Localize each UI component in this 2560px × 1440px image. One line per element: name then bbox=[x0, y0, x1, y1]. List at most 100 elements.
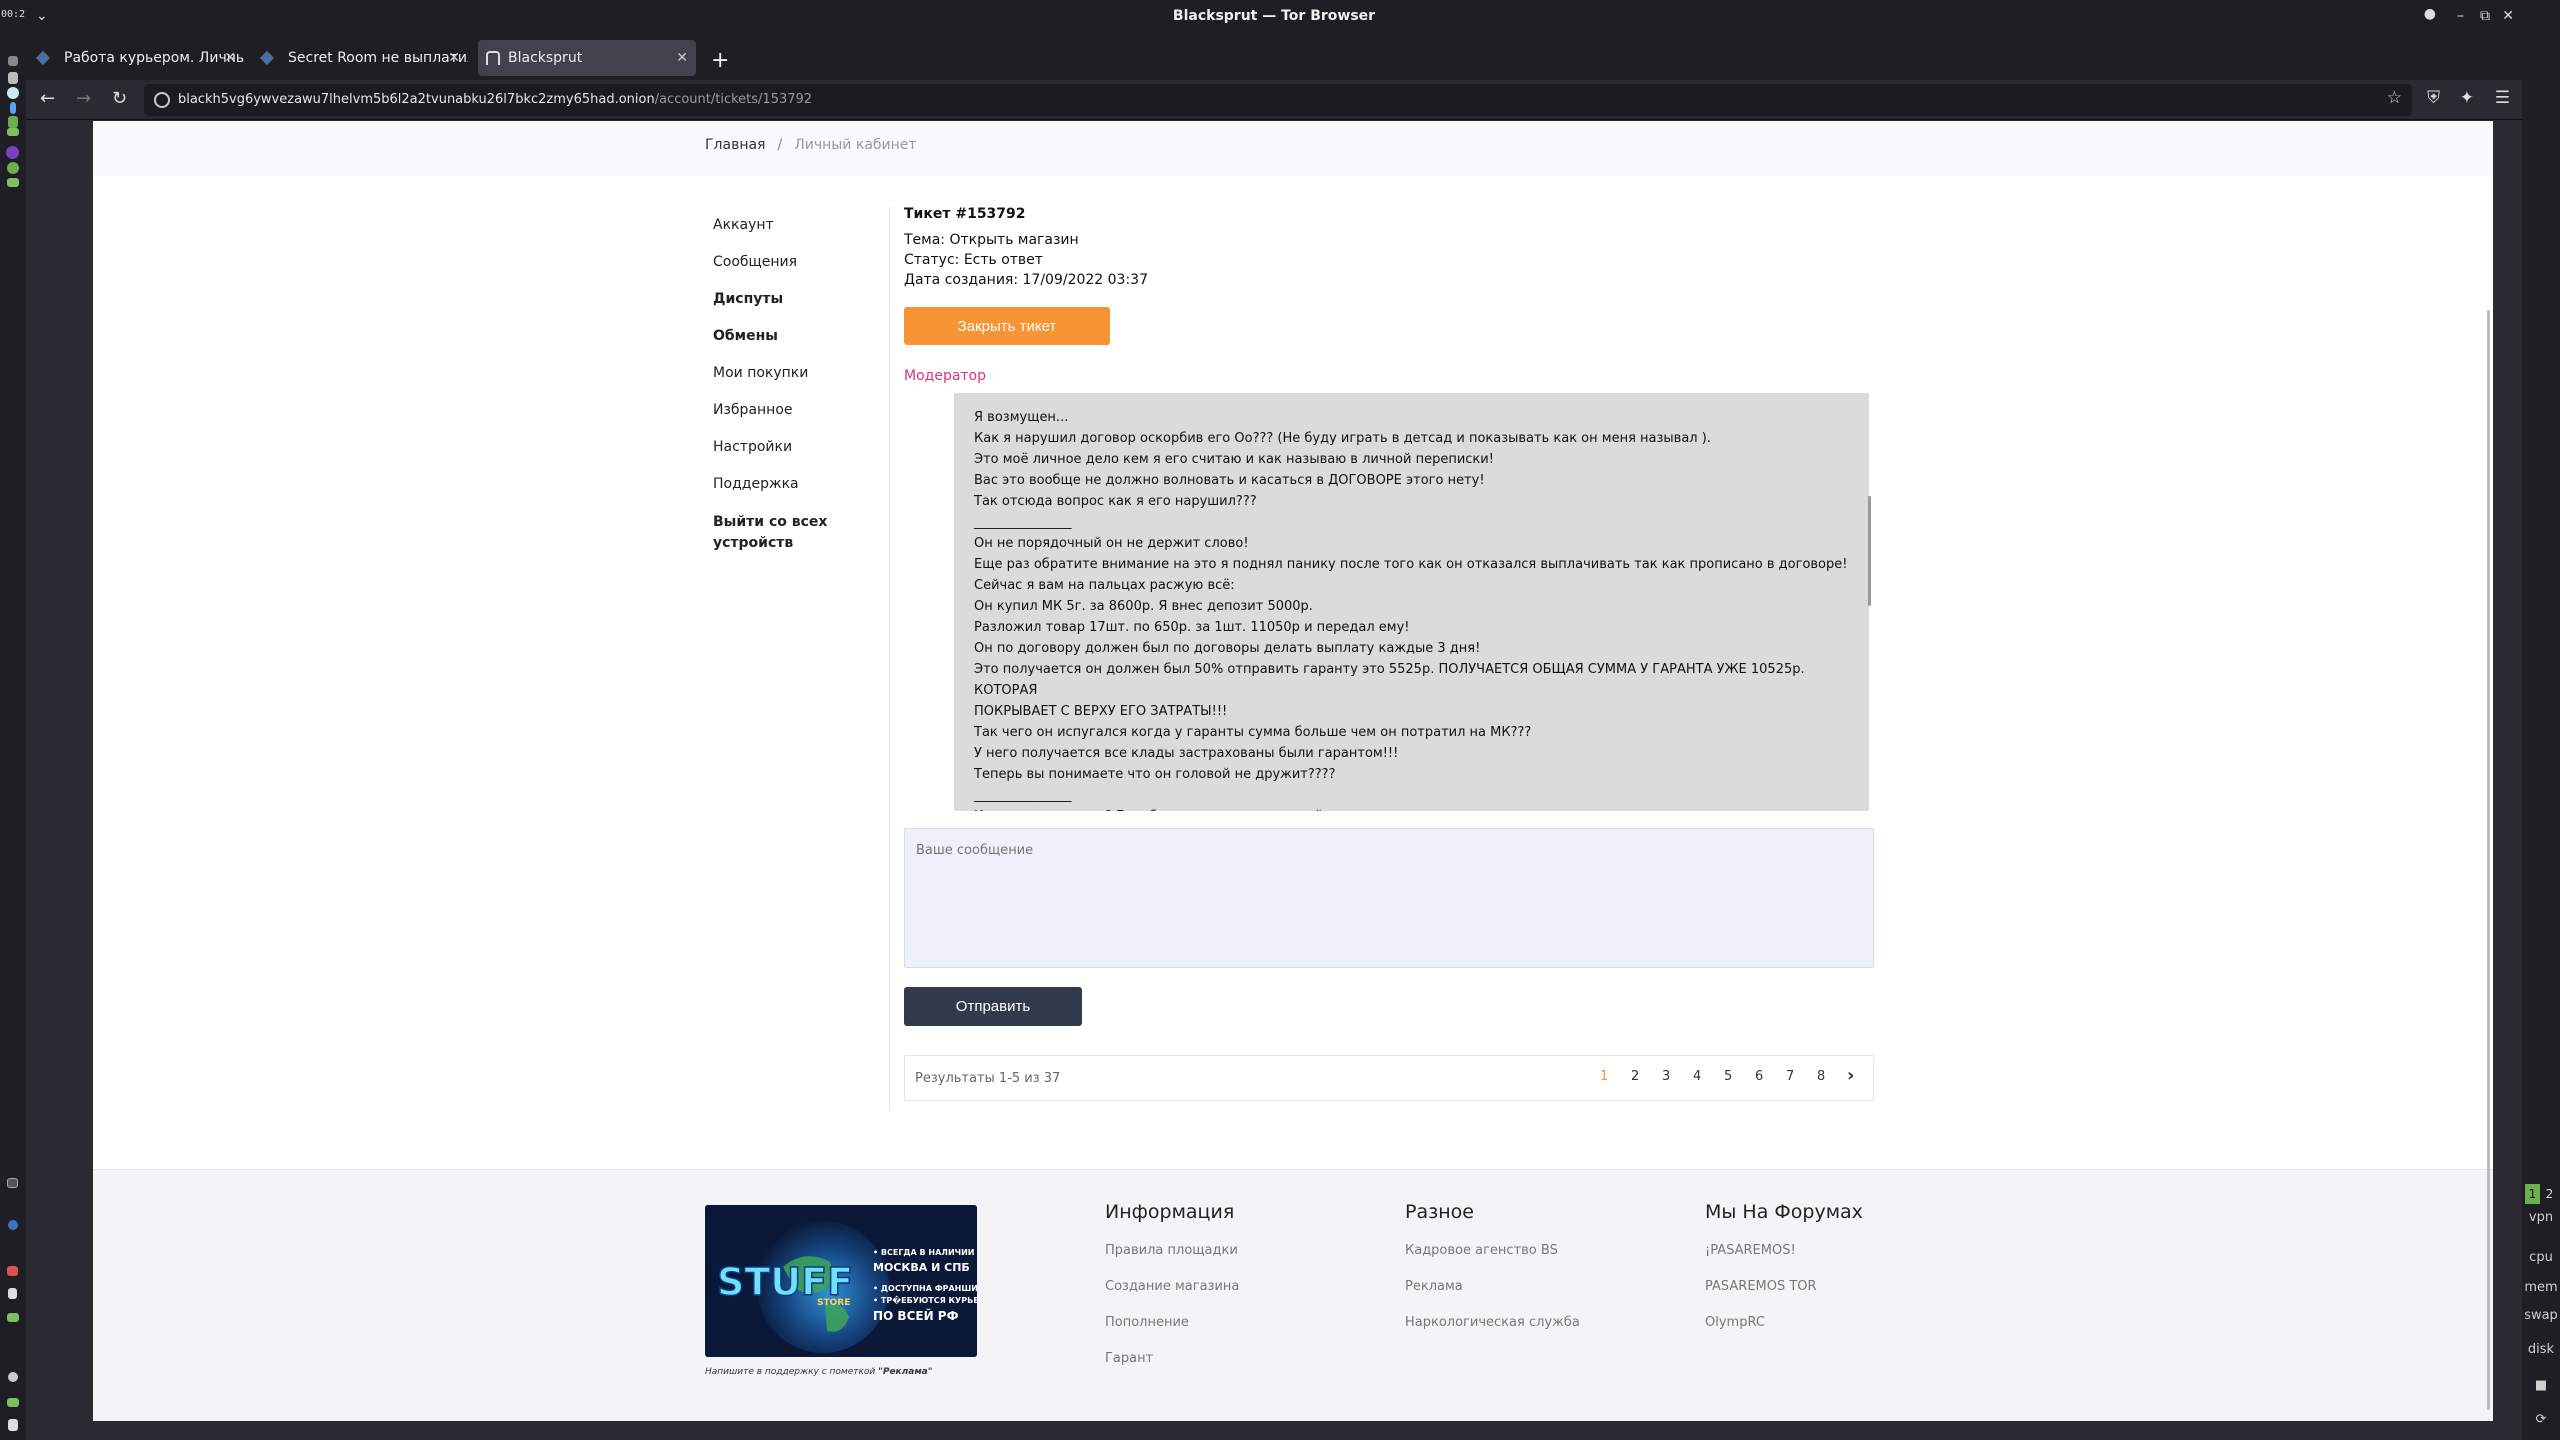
footer-column-misc: Разное Кадровое агенство BS Реклама Нарк… bbox=[1405, 1201, 1580, 1351]
workspace-2[interactable]: 2 bbox=[2542, 1184, 2557, 1204]
forum-favicon-icon bbox=[35, 50, 51, 66]
navigation-bar: ← → ↻ blackh5vg6ywvezawu7lhelvm5b6l2a2tv… bbox=[26, 80, 2522, 120]
sidebar-item-favorites[interactable]: Избранное bbox=[713, 401, 883, 438]
footer-link[interactable]: Реклама bbox=[1405, 1279, 1580, 1315]
calendar-icon[interactable] bbox=[7, 1266, 18, 1276]
sidebar-item-settings[interactable]: Настройки bbox=[713, 438, 883, 475]
footer-column-title: Информация bbox=[1105, 1201, 1235, 1223]
page-link[interactable]: 4 bbox=[1693, 1069, 1701, 1084]
breadcrumb-current: Личный кабинет bbox=[794, 137, 917, 153]
tab-secret-room[interactable]: Secret Room не выплатил ЗП ✕ bbox=[250, 40, 468, 76]
monitor-icon[interactable] bbox=[7, 1398, 19, 1407]
minimize-icon[interactable]: – bbox=[2457, 8, 2464, 24]
folder-icon[interactable] bbox=[7, 178, 19, 187]
banner-line-3: • ДОСТУПНА ФРАНШИЗА bbox=[873, 1284, 977, 1293]
page-link[interactable]: 8 bbox=[1817, 1069, 1825, 1084]
close-ticket-button[interactable]: Закрыть тикет bbox=[904, 307, 1110, 345]
tab-courier-work[interactable]: Работа курьером. Личные ка ✕ bbox=[26, 40, 244, 76]
globe-icon[interactable] bbox=[8, 1220, 18, 1230]
footer-link[interactable]: Правила площадки bbox=[1105, 1243, 1239, 1279]
page-link[interactable]: 6 bbox=[1755, 1069, 1763, 1084]
page-link[interactable]: 3 bbox=[1662, 1069, 1670, 1084]
reload-icon[interactable]: ↻ bbox=[112, 88, 127, 109]
lock-icon[interactable]: ■ bbox=[2524, 1378, 2558, 1393]
settings-icon[interactable] bbox=[8, 1372, 18, 1382]
sidebar-item-support[interactable]: Поддержка bbox=[713, 475, 883, 512]
forward-arrow-icon[interactable]: → bbox=[76, 88, 91, 109]
reply-textarea[interactable] bbox=[904, 828, 1874, 968]
close-tab-icon[interactable]: ✕ bbox=[676, 40, 688, 76]
ad-banner[interactable]: STUFF STORE • ВСЕГДА В НАЛИЧИИ МОСКВА И … bbox=[705, 1205, 977, 1357]
sidebar-item-purchases[interactable]: Мои покупки bbox=[713, 364, 883, 401]
new-tab-button[interactable]: + bbox=[711, 48, 729, 73]
footer-link[interactable]: Наркологическая служба bbox=[1405, 1315, 1580, 1351]
app-icon[interactable] bbox=[8, 56, 18, 66]
hamburger-menu-icon[interactable]: ☰ bbox=[2495, 88, 2510, 108]
swap-monitor: swap bbox=[2524, 1308, 2558, 1323]
sidebar-item-logout-all[interactable]: Выйти со всех устройств bbox=[713, 512, 843, 551]
ticket-status: Статус: Есть ответ bbox=[904, 252, 1043, 268]
sidebar-item-exchanges[interactable]: Обмены bbox=[713, 327, 883, 364]
footer-link[interactable]: OlympRC bbox=[1705, 1315, 1863, 1351]
vpn-shield-icon[interactable] bbox=[7, 162, 19, 174]
page-link[interactable]: 7 bbox=[1786, 1069, 1794, 1084]
pagination: Результаты 1-5 из 37 1 2 3 4 5 6 7 8 › bbox=[904, 1055, 1874, 1101]
back-arrow-icon[interactable]: ← bbox=[40, 88, 55, 109]
banner-note-prefix: Напишите в поддержку с пометкой bbox=[705, 1367, 879, 1377]
sidebar-divider bbox=[889, 206, 890, 1111]
close-tab-icon[interactable]: ✕ bbox=[224, 40, 236, 76]
message-bubble[interactable]: Я возмущен... Как я нарушил договор оско… bbox=[954, 393, 1869, 811]
maximize-icon[interactable]: ⧉ bbox=[2480, 8, 2490, 24]
account-sidebar: Аккаунт Сообщения Диспуты Обмены Мои пок… bbox=[713, 216, 883, 551]
clipboard-icon[interactable] bbox=[8, 1288, 17, 1299]
footer-link[interactable]: ¡PASAREMOS! bbox=[1705, 1243, 1863, 1279]
workspace-1[interactable]: 1 bbox=[2525, 1184, 2540, 1204]
sidebar-item-account[interactable]: Аккаунт bbox=[713, 216, 883, 253]
files-icon[interactable] bbox=[7, 1313, 19, 1322]
message-text: Я возмущен... Как я нарушил договор оско… bbox=[974, 410, 1848, 811]
banner-line-5: ПО ВСЕЙ РФ bbox=[873, 1308, 959, 1323]
footer-link[interactable]: Создание магазина bbox=[1105, 1279, 1239, 1315]
page-link[interactable]: 2 bbox=[1631, 1069, 1639, 1084]
network-icon[interactable] bbox=[7, 87, 19, 99]
url-text[interactable]: blackh5vg6ywvezawu7lhelvm5b6l2a2tvunabku… bbox=[178, 92, 812, 107]
send-button[interactable]: Отправить bbox=[904, 987, 1082, 1026]
sidebar-item-disputes[interactable]: Диспуты bbox=[713, 290, 883, 327]
bluetooth-icon[interactable] bbox=[10, 102, 16, 114]
banner-line-2: МОСКВА И СПБ bbox=[873, 1261, 970, 1274]
footer-link[interactable]: Пополнение bbox=[1105, 1315, 1239, 1351]
vpn-icon[interactable] bbox=[8, 116, 18, 128]
footer-link[interactable]: Кадровое агенство BS bbox=[1405, 1243, 1580, 1279]
page-link[interactable]: 1 bbox=[1600, 1069, 1608, 1084]
message-scrollbar[interactable] bbox=[1868, 496, 1871, 606]
app-u-icon[interactable] bbox=[8, 1419, 18, 1431]
next-page-chevron-icon[interactable]: › bbox=[1847, 1065, 1854, 1086]
footer-link[interactable]: Гарант bbox=[1105, 1351, 1239, 1387]
forum-favicon-icon bbox=[259, 50, 275, 66]
terminal-icon[interactable] bbox=[7, 1178, 18, 1188]
close-window-icon[interactable]: ✕ bbox=[2502, 8, 2514, 24]
tab-blacksprut[interactable]: Blacksprut ✕ bbox=[478, 40, 696, 76]
banner-line-1: • ВСЕГДА В НАЛИЧИИ bbox=[873, 1248, 975, 1257]
tor-icon[interactable] bbox=[6, 146, 19, 159]
close-tab-icon[interactable]: ✕ bbox=[448, 40, 460, 76]
security-shield-icon[interactable]: ⛨ bbox=[2427, 88, 2440, 108]
footer-link[interactable]: PASAREMOS TOR bbox=[1705, 1279, 1863, 1315]
onion-site-icon[interactable] bbox=[154, 92, 170, 108]
disk-monitor: disk bbox=[2527, 1342, 2555, 1357]
breadcrumb-home-link[interactable]: Главная bbox=[705, 137, 765, 153]
power-icon[interactable]: ⟳ bbox=[2524, 1412, 2558, 1427]
os-status-panel: 1 2 vpn cpu mem swap disk ■ ⟳ bbox=[2522, 0, 2560, 1440]
tab-label: Работа курьером. Личные ка bbox=[64, 50, 244, 66]
sidebar-item-messages[interactable]: Сообщения bbox=[713, 253, 883, 290]
page-scrollbar[interactable] bbox=[2487, 310, 2490, 1410]
signal-icon[interactable] bbox=[7, 128, 19, 136]
tab-bar: Работа курьером. Личные ка ✕ Secret Room… bbox=[26, 36, 2522, 80]
address-bar[interactable]: blackh5vg6ywvezawu7lhelvm5b6l2a2tvunabku… bbox=[144, 84, 2412, 116]
bookmark-star-icon[interactable]: ☆ bbox=[2387, 88, 2402, 108]
window-titlebar: ⌄ Blacksprut — Tor Browser ● – ⧉ ✕ bbox=[26, 0, 2522, 36]
notification-icon[interactable] bbox=[8, 72, 18, 84]
new-identity-icon[interactable]: ✦ bbox=[2460, 88, 2474, 108]
page-link[interactable]: 5 bbox=[1724, 1069, 1732, 1084]
banner-note: Напишите в поддержку с пометкой "Реклама… bbox=[705, 1367, 932, 1377]
